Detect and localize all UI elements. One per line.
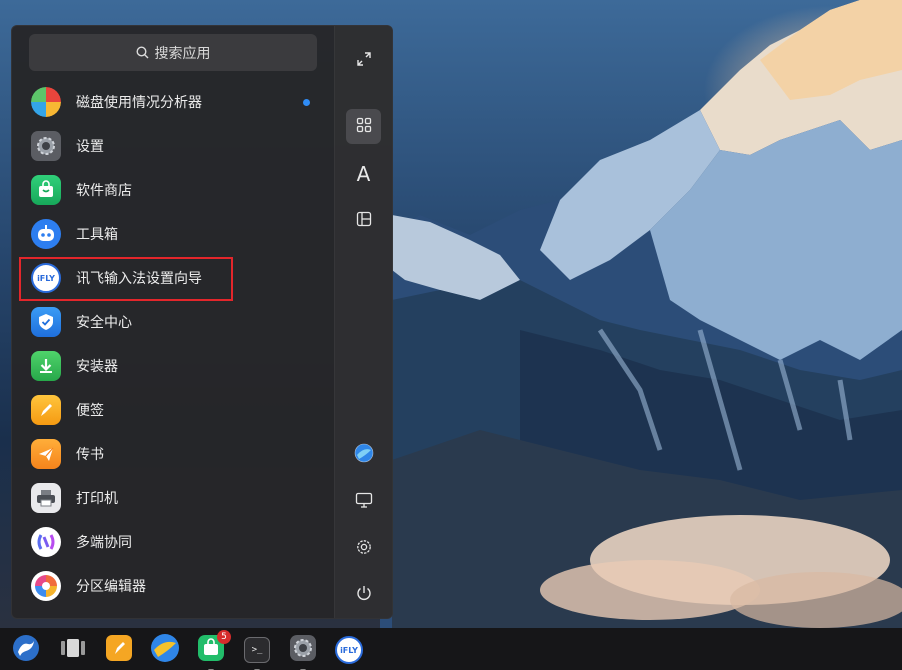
app-label: 分区编辑器	[76, 579, 146, 595]
app-item-notes[interactable]: 便签	[12, 388, 334, 432]
taskbar-ifly-button[interactable]: iFLY	[334, 635, 364, 665]
gear-icon	[355, 538, 373, 560]
app-list-column: 搜索应用 磁盘使用情况分析器 设置 软件商店 工具箱 iFLY 讯飞输入法设置向…	[12, 26, 334, 618]
multitask-view-button[interactable]	[58, 635, 88, 665]
terminal-glyph: >_	[251, 645, 263, 655]
notification-badge: 5	[217, 630, 231, 644]
letter-sort-icon: A	[356, 161, 371, 186]
new-app-dot	[303, 99, 310, 106]
browser-app-icon	[150, 633, 180, 667]
app-label: 安装器	[76, 359, 118, 375]
app-label: 多端协同	[76, 535, 132, 551]
software-store-icon	[31, 175, 61, 205]
app-label: 讯飞输入法设置向导	[76, 271, 202, 287]
app-item-ifly-setup-wizard[interactable]: iFLY 讯飞输入法设置向导	[12, 256, 334, 300]
app-label: 安全中心	[76, 315, 132, 331]
disk-usage-analyzer-icon	[31, 87, 61, 117]
app-label: 磁盘使用情况分析器	[76, 95, 202, 111]
grid-view-button[interactable]	[346, 109, 381, 144]
app-label: 便签	[76, 403, 104, 419]
printer-icon	[31, 483, 61, 513]
letter-sort-button[interactable]: A	[346, 156, 381, 191]
app-item-settings[interactable]: 设置	[12, 124, 334, 168]
display-button[interactable]	[346, 484, 381, 519]
start-menu-button[interactable]	[11, 635, 41, 665]
terminal-app-icon: >_	[244, 637, 270, 663]
taskbar-browser-button[interactable]	[150, 633, 180, 667]
transfer-icon	[31, 439, 61, 469]
grid-view-icon	[356, 117, 372, 137]
ifly-icon-text: iFLY	[37, 273, 55, 283]
app-item-security-center[interactable]: 安全中心	[12, 300, 334, 344]
app-item-installer[interactable]: 安装器	[12, 344, 334, 388]
start-menu-icon	[12, 634, 40, 666]
security-center-icon	[31, 307, 61, 337]
app-item-toolbox[interactable]: 工具箱	[12, 212, 334, 256]
app-item-partition-editor[interactable]: 分区编辑器	[12, 564, 334, 608]
notes-icon	[31, 395, 61, 425]
app-item-disk-usage-analyzer[interactable]: 磁盘使用情况分析器	[12, 80, 334, 124]
browser-icon	[354, 443, 374, 467]
power-button[interactable]	[346, 577, 381, 612]
taskbar-terminal-button[interactable]: >_	[242, 635, 272, 670]
display-icon	[355, 491, 373, 513]
ifly-app-icon: iFLY	[335, 636, 363, 664]
browser-shortcut-button[interactable]	[346, 437, 381, 472]
taskbar-settings-button[interactable]	[288, 634, 318, 670]
taskbar: 5 >_ iFLY	[0, 628, 902, 670]
installer-icon	[31, 351, 61, 381]
multi-device-icon	[31, 527, 61, 557]
search-placeholder: 搜索应用	[154, 45, 211, 62]
search-icon	[135, 46, 149, 59]
partition-editor-icon	[31, 571, 61, 601]
expand-icon	[355, 50, 373, 72]
app-label: 软件商店	[76, 183, 132, 199]
expand-fullscreen-button[interactable]	[346, 43, 381, 78]
category-view-button[interactable]	[346, 203, 381, 238]
app-item-multi-device[interactable]: 多端协同	[12, 520, 334, 564]
app-list: 磁盘使用情况分析器 设置 软件商店 工具箱 iFLY 讯飞输入法设置向导 安全中…	[12, 80, 334, 608]
category-view-icon	[356, 211, 372, 231]
app-item-software-store[interactable]: 软件商店	[12, 168, 334, 212]
app-label: 设置	[76, 139, 104, 155]
taskbar-software-store-button[interactable]: 5	[196, 630, 231, 670]
app-item-transfer[interactable]: 传书	[12, 432, 334, 476]
settings-button[interactable]	[346, 531, 381, 566]
taskbar-notes-button[interactable]	[104, 635, 134, 665]
notes-app-icon	[105, 634, 133, 666]
ifly-icon: iFLY	[31, 263, 61, 293]
app-label: 打印机	[76, 491, 118, 507]
app-launcher-panel: 搜索应用 磁盘使用情况分析器 设置 软件商店 工具箱 iFLY 讯飞输入法设置向…	[11, 25, 393, 619]
search-input[interactable]: 搜索应用	[29, 34, 317, 71]
settings-icon	[31, 131, 61, 161]
multitask-view-icon	[59, 636, 87, 664]
app-label: 传书	[76, 447, 104, 463]
app-label: 工具箱	[76, 227, 118, 243]
launcher-side-bar: A	[334, 26, 392, 618]
app-item-printer[interactable]: 打印机	[12, 476, 334, 520]
toolbox-icon	[31, 219, 61, 249]
power-icon	[355, 584, 373, 606]
ifly-text: iFLY	[340, 645, 358, 655]
settings-app-icon	[289, 634, 317, 666]
